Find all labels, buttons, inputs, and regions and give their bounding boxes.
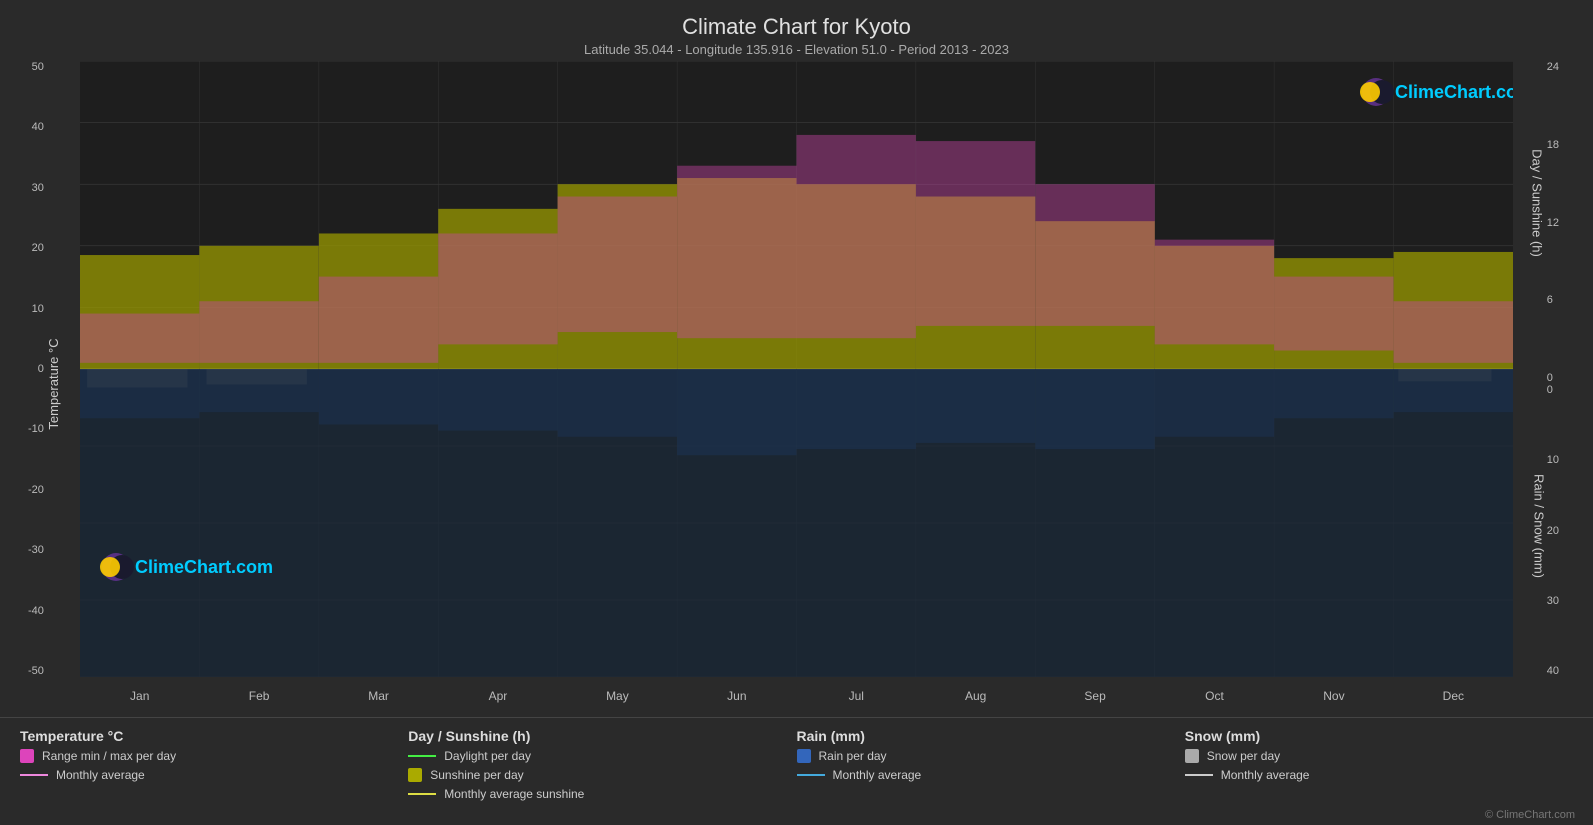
y-left-label: -30 [28, 544, 44, 556]
sunshine-avg-swatch [408, 793, 436, 795]
x-label-jun: Jun [677, 689, 796, 703]
climechart-logo-bottom-left: ClimeChart.com [100, 553, 273, 581]
x-label-may: May [558, 689, 677, 703]
legend-col2-title: Day / Sunshine (h) [408, 728, 796, 744]
y-left-label: 0 [38, 363, 44, 375]
y-right-label: 24 [1547, 61, 1559, 73]
legend-item-snow-day: Snow per day [1185, 749, 1573, 763]
legend-col-snow: Snow (mm) Snow per day Monthly average [1185, 728, 1573, 801]
legend-item-snow-avg: Monthly average [1185, 768, 1573, 782]
y-left-label: 40 [32, 121, 44, 133]
temp-avg-line-swatch [20, 774, 48, 776]
y-axis-right-top-title: Day / Sunshine (h) [1530, 149, 1545, 257]
legend-label-temp-avg: Monthly average [56, 768, 145, 782]
legend-label-temp-range: Range min / max per day [42, 749, 176, 763]
climechart-logo-top-right: ClimeChart.com [1360, 78, 1513, 106]
y-left-label: -40 [28, 605, 44, 617]
x-label-nov: Nov [1274, 689, 1393, 703]
y-right-label: 40 [1547, 665, 1559, 677]
y-left-label: -50 [28, 665, 44, 677]
x-label-apr: Apr [438, 689, 557, 703]
svg-text:ClimeChart.com: ClimeChart.com [135, 557, 273, 577]
y-left-label: 10 [32, 303, 44, 315]
y-right-label: 20 [1547, 525, 1559, 537]
rain-avg-swatch [797, 774, 825, 776]
y-right-label: 12 [1547, 217, 1559, 229]
y-axis-left-title: Temperature °C [46, 338, 61, 429]
y-right-label: 6 [1547, 294, 1553, 306]
x-label-jul: Jul [797, 689, 916, 703]
legend-label-daylight: Daylight per day [444, 749, 531, 763]
chart-subtitle: Latitude 35.044 - Longitude 135.916 - El… [0, 42, 1593, 57]
rain-day-swatch [797, 749, 811, 763]
legend-col3-title: Rain (mm) [797, 728, 1185, 744]
snow-day-swatch [1185, 749, 1199, 763]
legend-label-snow-day: Snow per day [1207, 749, 1280, 763]
svg-text:ClimeChart.com: ClimeChart.com [1395, 82, 1513, 102]
y-left-label: -20 [28, 484, 44, 496]
snow-avg-swatch [1185, 774, 1213, 776]
x-label-oct: Oct [1155, 689, 1274, 703]
x-label-feb: Feb [199, 689, 318, 703]
legend-item-rain-day: Rain per day [797, 749, 1185, 763]
y-axis-right-bottom-labels: 0 10 20 30 40 [1547, 384, 1559, 677]
y-right-label: 10 [1547, 454, 1559, 466]
y-left-label: 20 [32, 242, 44, 254]
y-left-label: 50 [32, 61, 44, 73]
y-right-label: 0 [1547, 384, 1553, 396]
x-label-aug: Aug [916, 689, 1035, 703]
chart-svg: ClimeChart.com ClimeChart.com [80, 61, 1513, 677]
x-label-dec: Dec [1394, 689, 1513, 703]
legend-label-snow-avg: Monthly average [1221, 768, 1310, 782]
legend-label-rain-day: Rain per day [819, 749, 887, 763]
legend-col-temperature: Temperature °C Range min / max per day M… [20, 728, 408, 801]
y-axis-left-labels: 50 40 30 20 10 0 -10 -20 -30 -40 -50 [28, 61, 44, 677]
legend-col-rain: Rain (mm) Rain per day Monthly average [797, 728, 1185, 801]
y-left-label: 30 [32, 182, 44, 194]
legend-item-temp-range: Range min / max per day [20, 749, 408, 763]
legend-col1-title: Temperature °C [20, 728, 408, 744]
y-right-label: 0 [1547, 372, 1553, 384]
legend-item-sunshine-avg: Monthly average sunshine [408, 787, 796, 801]
chart-plot-area: ClimeChart.com ClimeChart.com [80, 61, 1513, 677]
legend-item-daylight: Daylight per day [408, 749, 796, 763]
legend-col4-title: Snow (mm) [1185, 728, 1573, 744]
page-container: Climate Chart for Kyoto Latitude 35.044 … [0, 0, 1593, 825]
legend-item-sunshine-day: Sunshine per day [408, 768, 796, 782]
legend-label-rain-avg: Monthly average [833, 768, 922, 782]
legend-item-rain-avg: Monthly average [797, 768, 1185, 782]
legend-label-sunshine-avg: Monthly average sunshine [444, 787, 584, 801]
chart-header: Climate Chart for Kyoto Latitude 35.044 … [0, 0, 1593, 61]
y-right-label: 30 [1547, 595, 1559, 607]
x-label-mar: Mar [319, 689, 438, 703]
legend-label-sunshine-day: Sunshine per day [430, 768, 523, 782]
legend-area: Temperature °C Range min / max per day M… [0, 717, 1593, 807]
daylight-line-swatch [408, 755, 436, 757]
sunshine-swatch [408, 768, 422, 782]
legend-col-sunshine: Day / Sunshine (h) Daylight per day Suns… [408, 728, 796, 801]
y-axis-right-top-labels: 24 18 12 6 0 [1547, 61, 1559, 384]
copyright: © ClimeChart.com [0, 807, 1593, 825]
x-label-sep: Sep [1035, 689, 1154, 703]
y-right-label: 18 [1547, 139, 1559, 151]
temp-range-swatch [20, 749, 34, 763]
chart-title: Climate Chart for Kyoto [0, 14, 1593, 40]
x-label-jan: Jan [80, 689, 199, 703]
y-left-label: -10 [28, 423, 44, 435]
x-axis-labels: Jan Feb Mar Apr May Jun Jul Aug Sep Oct … [80, 689, 1513, 703]
legend-item-temp-avg: Monthly average [20, 768, 408, 782]
y-axis-right-bottom-title: Rain / Snow (mm) [1531, 474, 1546, 578]
